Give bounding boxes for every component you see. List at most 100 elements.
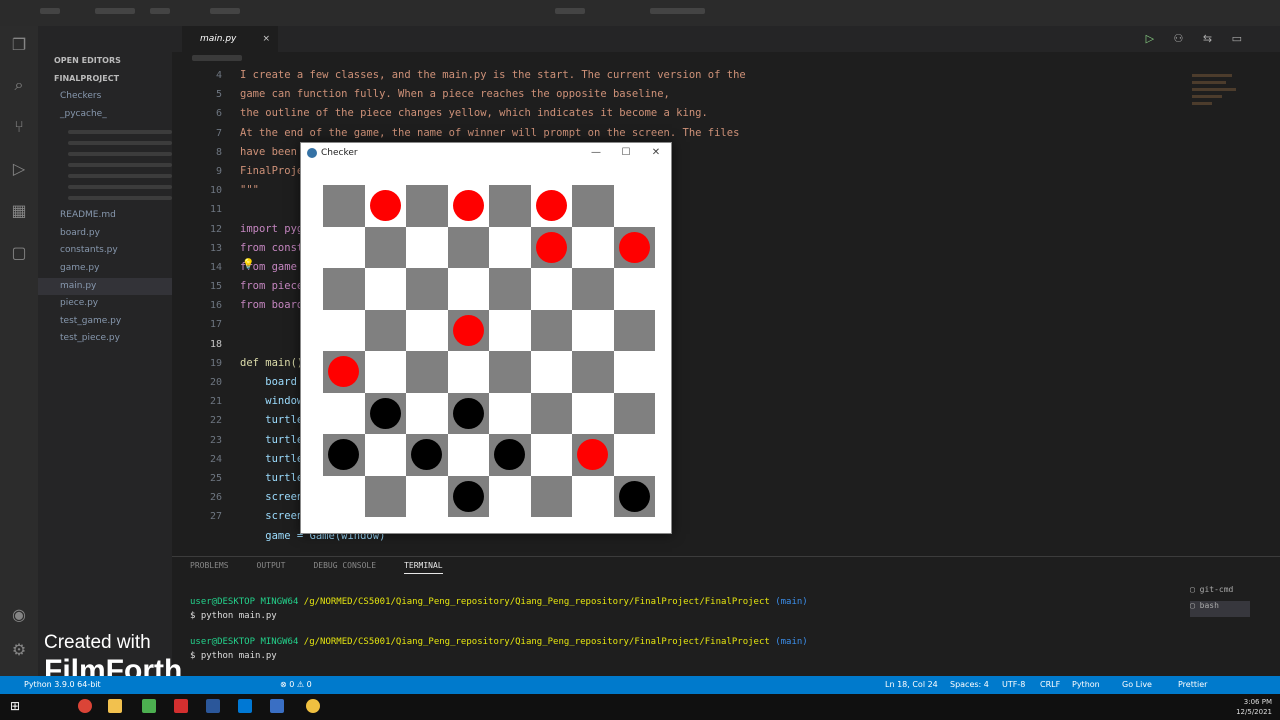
source-control-icon[interactable]: ⑂ [10,118,28,136]
panel-tab-problems[interactable]: PROBLEMS [190,561,229,570]
panel-tab-debug-console[interactable]: DEBUG CONSOLE [313,561,376,570]
black-checker-piece[interactable] [494,439,525,470]
board-square[interactable] [530,434,572,476]
run-debug-icon[interactable]: ▷ [10,160,28,178]
board-square[interactable] [572,309,614,351]
file-tree-item[interactable]: test_piece.py [38,330,172,348]
terminal-shell-item[interactable]: ▢ bash [1190,601,1250,617]
status-go-live[interactable]: Go Live [1122,676,1152,694]
board-square[interactable] [613,434,655,476]
board-square[interactable] [406,226,448,268]
board-square[interactable] [447,351,489,393]
board-square[interactable] [323,351,365,393]
board-square[interactable] [489,434,531,476]
black-checker-piece[interactable] [328,439,359,470]
board-square[interactable] [364,309,406,351]
red-checker-piece[interactable] [535,190,567,221]
tree-placeholder[interactable] [68,141,172,146]
board-square[interactable] [447,475,489,517]
status-indentation[interactable]: Spaces: 4 [950,676,989,694]
file-tree-item[interactable]: board.py [38,225,172,243]
close-tab-icon[interactable]: × [262,26,270,52]
board-square[interactable] [364,226,406,268]
remote-explorer-icon[interactable]: ▢ [10,244,28,262]
file-tree-item[interactable]: README.md [38,207,172,225]
board-square[interactable] [613,309,655,351]
board-square[interactable] [572,392,614,434]
board-square[interactable] [323,309,365,351]
python-icon[interactable] [306,699,320,713]
app-icon[interactable] [142,699,156,713]
tree-placeholder[interactable] [68,196,172,201]
board-square[interactable] [406,475,448,517]
board-square[interactable] [406,392,448,434]
panel-tab-terminal[interactable]: TERMINAL [404,561,443,574]
red-checker-piece[interactable] [328,356,359,387]
lightbulb-icon[interactable]: 💡 [242,259,254,270]
board-square[interactable] [572,226,614,268]
panel-tab-output[interactable]: OUTPUT [257,561,286,570]
status-problems[interactable]: ⊗ 0 ⚠ 0 [280,676,312,694]
board-square[interactable] [447,185,489,227]
board-square[interactable] [613,226,655,268]
project-header[interactable]: FINALPROJECT [38,70,172,88]
board-square[interactable] [530,268,572,310]
board-square[interactable] [447,226,489,268]
board-square[interactable] [364,392,406,434]
file-explorer-icon[interactable] [108,699,122,713]
editor-actions[interactable]: ▷ ⚇ ⇆ ▭ [1146,32,1250,45]
board-square[interactable] [613,392,655,434]
board-square[interactable] [613,268,655,310]
status-interpreter[interactable]: Python 3.9.0 64-bit [24,676,101,694]
board-square[interactable] [406,434,448,476]
file-tree-item[interactable]: game.py [38,260,172,278]
extensions-icon[interactable]: ▦ [10,202,28,220]
board-square[interactable] [323,434,365,476]
board-square[interactable] [364,268,406,310]
board-square[interactable] [489,268,531,310]
status-eol[interactable]: CRLF [1040,676,1060,694]
tab-main-py[interactable]: main.py × [182,26,278,52]
board-square[interactable] [364,475,406,517]
tree-placeholder[interactable] [68,185,172,190]
tree-placeholder[interactable] [68,163,172,168]
red-checker-piece[interactable] [369,190,401,221]
acrobat-icon[interactable] [174,699,188,713]
board-square[interactable] [406,351,448,393]
board-square[interactable] [323,226,365,268]
file-tree-item[interactable]: piece.py [38,295,172,313]
status-cursor-position[interactable]: Ln 18, Col 24 [885,676,938,694]
board-square[interactable] [613,351,655,393]
search-icon[interactable]: ⌕ [10,76,28,94]
board-square[interactable] [613,475,655,517]
file-tree-item[interactable]: _pycache_ [38,106,172,124]
chrome-icon[interactable] [78,699,92,713]
vscode-taskbar-icon[interactable] [238,699,252,713]
tree-placeholder[interactable] [68,152,172,157]
board-square[interactable] [406,268,448,310]
black-checker-piece[interactable] [369,397,401,429]
status-language[interactable]: Python [1072,676,1100,694]
file-tree-item[interactable]: main.py [38,277,172,296]
account-icon[interactable]: ◉ [10,606,28,624]
board-square[interactable] [572,185,614,227]
board-square[interactable] [489,351,531,393]
board-square[interactable] [447,309,489,351]
board-square[interactable] [572,434,614,476]
tree-placeholder[interactable] [68,174,172,179]
board-square[interactable] [447,434,489,476]
open-editors-header[interactable]: OPEN EDITORS [38,52,172,70]
settings-gear-icon[interactable]: ⚙ [10,641,28,659]
black-checker-piece[interactable] [618,480,650,512]
board-square[interactable] [489,392,531,434]
word-icon[interactable] [206,699,220,713]
app-icon[interactable] [270,699,284,713]
board-square[interactable] [364,351,406,393]
black-checker-piece[interactable] [452,480,484,512]
board-square[interactable] [323,392,365,434]
file-tree-item[interactable]: constants.py [38,242,172,260]
board-square[interactable] [489,309,531,351]
red-checker-piece[interactable] [577,439,608,470]
board-square[interactable] [530,309,572,351]
board-square[interactable] [489,226,531,268]
